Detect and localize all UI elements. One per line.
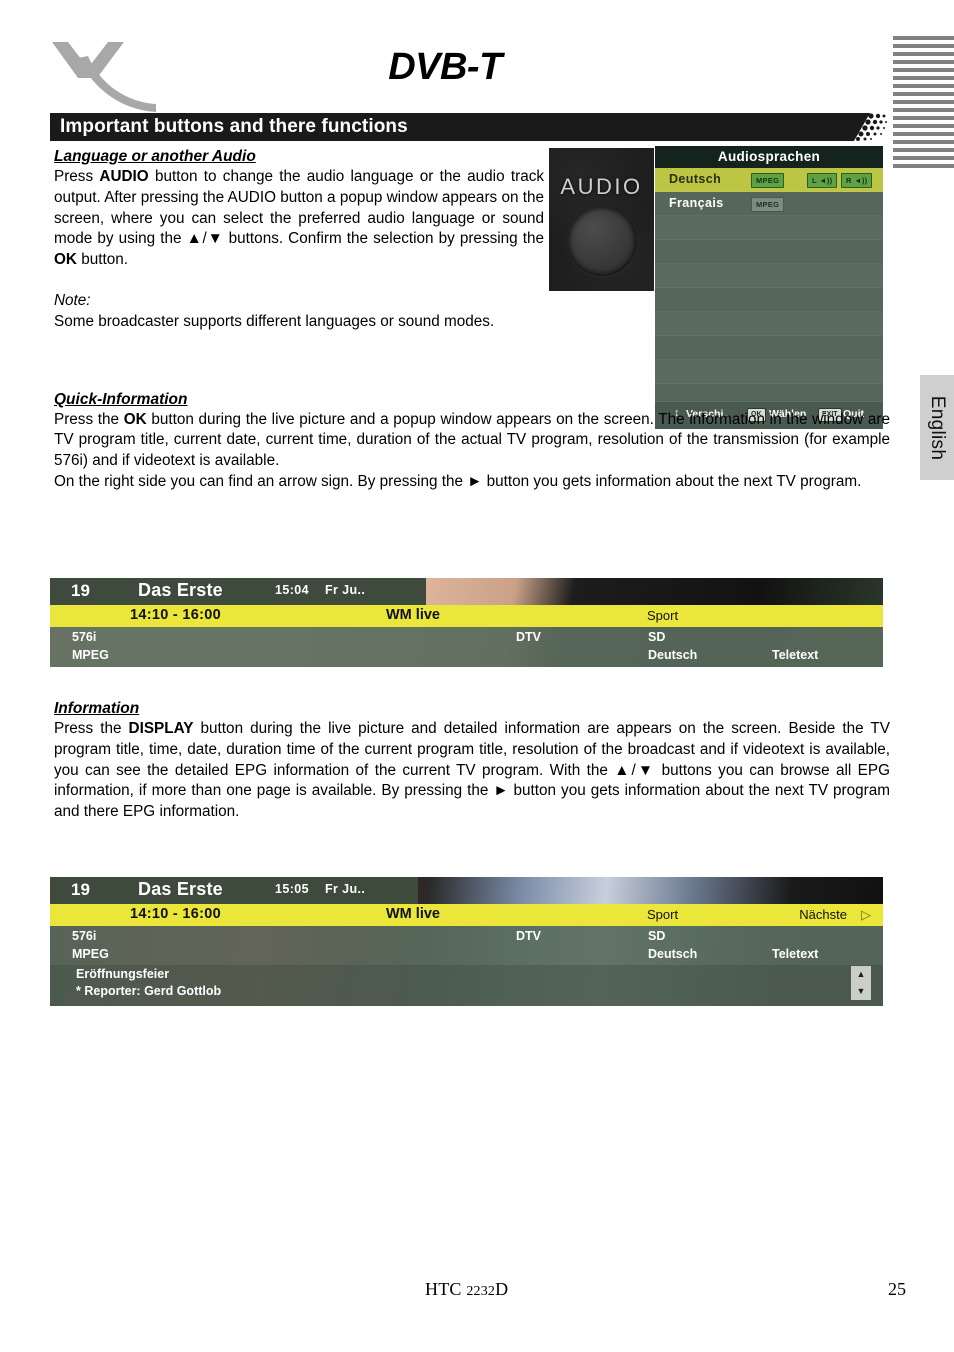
note-label: Note: [54,291,91,309]
text-run: button. [76,251,128,269]
channel-name: Das Erste [138,580,223,600]
tv-title-bar: 19 Das Erste 15:04 Fr Ju.. [50,578,426,605]
tv-program-bar: 14:10 - 16:00 WM live Sport Nächste ▷ [50,904,883,926]
channel-name: Das Erste [138,879,223,899]
page-header: DVB-T [0,0,954,168]
text-run: Press the [54,720,129,737]
heading-quick-information: Quick-Information [54,390,188,408]
section-title-label: Important buttons and there functions [60,116,408,137]
keyword-ok: OK [54,251,77,269]
codec-label: MPEG [72,648,109,662]
next-program-arrow-icon[interactable]: ▷ [861,907,871,923]
teletext-label: Teletext [772,947,819,961]
program-time: 14:10 - 16:00 [130,607,221,623]
resolution-label: 576i [72,929,97,943]
current-date: Fr Ju.. [325,882,366,896]
epg-line-1: Eröffnungsfeier [76,967,170,981]
paragraph-quick-information-1: Press the OK button during the live pict… [54,410,890,472]
footer-page-number: 25 [888,1279,906,1299]
channel-number: 19 [71,581,90,600]
page-title: DVB-T [388,46,502,88]
section-quick-information: Quick-Information Press the OK button du… [54,391,890,493]
current-time: 15:05 [275,882,309,896]
model-number: 2232 [466,1284,496,1299]
audio-language-label: Deutsch [648,648,698,662]
model-prefix: HTC [425,1279,467,1299]
source-label: DTV [516,630,541,644]
model-suffix: D [495,1279,509,1299]
audio-language-label: Deutsch [648,947,698,961]
language-tab-english: English [920,375,954,480]
section-language-audio: Language or another Audio Press AUDIO bu… [54,148,544,312]
tv-info-bar: 576i MPEG DTV SD Deutsch Teletext [50,926,883,965]
channel-number: 19 [71,880,90,899]
next-program-label: Nächste [799,907,847,922]
current-time: 15:04 [275,583,309,597]
codec-label: MPEG [72,947,109,961]
quality-label: SD [648,630,666,644]
tv-screenshot-quick-information: 19 Das Erste 15:04 Fr Ju.. 14:10 - 16:00… [50,578,883,667]
resolution-label: 576i [72,630,97,644]
keyword-ok: OK [123,410,147,428]
keyword-display: DISPLAY [128,720,194,737]
epg-scroll-arrows[interactable]: ▲ ▼ [851,966,871,1000]
note-text: Some broadcaster supports different lang… [54,312,495,330]
epg-line-2: * Reporter: Gerd Gottlob [76,984,222,998]
program-title: WM live [386,906,440,922]
paragraph-information: Press the DISPLAY button during the live… [54,719,890,823]
tv-title-bar: 19 Das Erste 15:05 Fr Ju.. [50,877,418,904]
edge-stripe-decoration [893,36,954,168]
scroll-up-icon[interactable]: ▲ [857,970,866,979]
footer-model: HTC 2232D [425,1279,508,1300]
halftone-dots-decoration [840,113,888,141]
paragraph-language-audio: Press AUDIO button to change the audio l… [54,167,544,271]
tv-program-bar: 14:10 - 16:00 WM live Sport [50,605,883,627]
section-title-bar: Important buttons and there functions [50,113,840,141]
source-label: DTV [516,929,541,943]
program-genre: Sport [647,608,679,623]
heading-language-audio: Language or another Audio [54,148,256,165]
teletext-label: Teletext [772,648,819,662]
tv-screenshot-information: 19 Das Erste 15:05 Fr Ju.. 14:10 - 16:00… [50,877,883,1006]
text-run: button during the live picture and a pop… [54,410,890,470]
paragraph-quick-information-2: On the right side you can find an arrow … [54,472,862,490]
current-date: Fr Ju.. [325,583,366,597]
program-genre: Sport [647,907,679,922]
section-information: Information Press the DISPLAY button dur… [54,700,890,823]
language-tab-label: English [927,395,948,460]
keyword-audio: AUDIO [99,168,149,185]
text-run: Press [54,168,100,185]
program-title: WM live [386,607,440,623]
text-run: Press the [54,410,124,428]
heading-information: Information [54,700,140,717]
document-content: Language or another Audio Press AUDIO bu… [54,148,890,493]
scroll-down-icon[interactable]: ▼ [857,987,866,996]
program-time: 14:10 - 16:00 [130,906,221,922]
tv-epg-bar: Eröffnungsfeier * Reporter: Gerd Gottlob… [50,965,883,1006]
tv-info-bar: 576i MPEG DTV SD Deutsch Teletext [50,627,883,667]
quality-label: SD [648,929,666,943]
